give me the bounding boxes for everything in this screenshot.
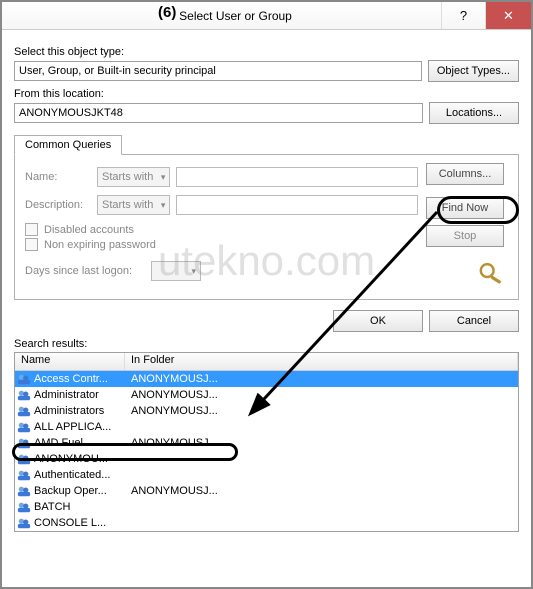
days-since-logon-select xyxy=(151,261,201,281)
disabled-accounts-label: Disabled accounts xyxy=(44,224,134,236)
group-icon xyxy=(17,373,31,385)
col-header-folder[interactable]: In Folder xyxy=(125,353,518,370)
close-button[interactable]: ✕ xyxy=(485,2,531,29)
window-title: Select User or Group xyxy=(10,9,441,23)
columns-button[interactable]: Columns... xyxy=(426,163,504,185)
table-row[interactable]: Administrators ANONYMOUSJ... xyxy=(15,403,518,419)
disabled-accounts-checkbox: Disabled accounts xyxy=(25,223,418,236)
non-expiring-label: Non expiring password xyxy=(44,239,156,251)
group-icon xyxy=(17,469,31,481)
group-icon xyxy=(17,517,31,529)
table-row[interactable]: Authenticated... xyxy=(15,467,518,483)
row-name: ALL APPLICA... xyxy=(34,421,111,433)
row-name: Authenticated... xyxy=(34,469,110,481)
row-folder: ANONYMOUSJ... xyxy=(125,405,518,417)
query-description-label: Description: xyxy=(25,199,91,211)
days-since-logon-label: Days since last logon: xyxy=(25,265,145,277)
object-types-button[interactable]: Object Types... xyxy=(428,60,519,82)
group-icon xyxy=(17,421,31,433)
table-row[interactable]: AMD Fuel ANONYMOUSJ... xyxy=(15,435,518,451)
query-name-input xyxy=(176,167,418,187)
locations-button[interactable]: Locations... xyxy=(429,102,519,124)
row-name: Administrator xyxy=(34,389,99,401)
row-folder: ANONYMOUSJ... xyxy=(125,485,518,497)
query-name-mode-select: Starts with xyxy=(97,167,170,187)
magnifier-icon xyxy=(476,260,508,289)
object-type-input[interactable] xyxy=(14,61,422,81)
table-row[interactable]: Backup Oper... ANONYMOUSJ... xyxy=(15,483,518,499)
titlebar: Select User or Group ? ✕ xyxy=(2,2,531,30)
results-table[interactable]: Name In Folder Access Contr... ANONYMOUSJ… xyxy=(14,352,519,532)
group-icon xyxy=(17,453,31,465)
group-icon xyxy=(17,437,31,449)
query-name-label: Name: xyxy=(25,171,91,183)
tab-common-queries[interactable]: Common Queries xyxy=(14,135,122,155)
row-folder: ANONYMOUSJ... xyxy=(125,389,518,401)
row-name: Access Contr... xyxy=(34,373,108,385)
col-header-name[interactable]: Name xyxy=(15,353,125,370)
cancel-button[interactable]: Cancel xyxy=(429,310,519,332)
location-label: From this location: xyxy=(14,88,519,100)
non-expiring-checkbox: Non expiring password xyxy=(25,238,418,251)
row-folder: ANONYMOUSJ... xyxy=(125,373,518,385)
find-now-button[interactable]: Find Now xyxy=(426,197,504,219)
table-row[interactable]: BATCH xyxy=(15,499,518,515)
row-folder: ANONYMOUSJ... xyxy=(125,437,518,449)
table-row[interactable]: CONSOLE L... xyxy=(15,515,518,531)
row-name: BATCH xyxy=(34,501,70,513)
ok-button[interactable]: OK xyxy=(333,310,423,332)
search-results-label: Search results: xyxy=(14,338,519,350)
location-input[interactable] xyxy=(14,103,423,123)
row-name: CONSOLE L... xyxy=(34,517,106,529)
row-name: AMD Fuel xyxy=(34,437,83,449)
group-icon xyxy=(17,389,31,401)
table-row[interactable]: ANONYMOU... xyxy=(15,451,518,467)
row-name: ANONYMOU... xyxy=(34,453,108,465)
stop-button[interactable]: Stop xyxy=(426,225,504,247)
help-button[interactable]: ? xyxy=(441,2,485,29)
table-row[interactable]: ALL APPLICA... xyxy=(15,419,518,435)
table-row[interactable]: Access Contr... ANONYMOUSJ... xyxy=(15,371,518,387)
group-icon xyxy=(17,405,31,417)
row-name: Administrators xyxy=(34,405,104,417)
group-icon xyxy=(17,501,31,513)
query-description-input xyxy=(176,195,418,215)
query-description-mode-select: Starts with xyxy=(97,195,170,215)
annotation-step-number: (6) xyxy=(158,4,176,21)
object-type-label: Select this object type: xyxy=(14,46,519,58)
row-name: Backup Oper... xyxy=(34,485,107,497)
table-row[interactable]: Administrator ANONYMOUSJ... xyxy=(15,387,518,403)
group-icon xyxy=(17,485,31,497)
